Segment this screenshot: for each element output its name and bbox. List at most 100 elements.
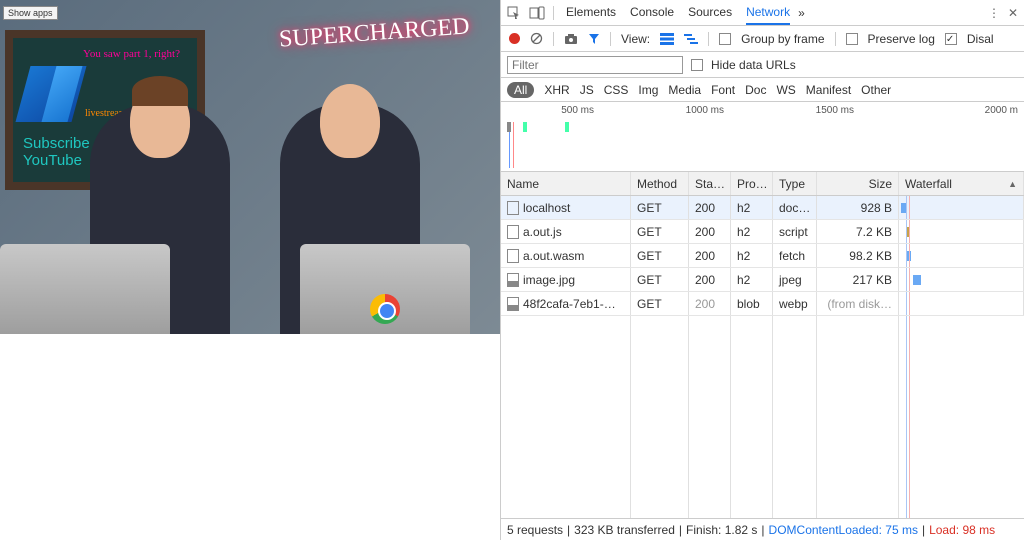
table-header[interactable]: Name Method Sta… Pro… Type Size Waterfal… <box>501 172 1024 196</box>
table-row[interactable]: 48f2cafa-7eb1-…GET200blobwebp(from disk… <box>501 292 1024 316</box>
status-requests: 5 requests <box>507 523 563 537</box>
type-filter-all[interactable]: All <box>507 82 534 98</box>
type-filter-img[interactable]: Img <box>638 83 658 97</box>
close-devtools-icon[interactable]: ✕ <box>1008 6 1018 20</box>
request-type: webp <box>773 292 817 315</box>
show-apps-tooltip: Show apps <box>3 6 58 20</box>
col-type[interactable]: Type <box>773 172 817 195</box>
request-type: doc… <box>773 196 817 219</box>
col-method[interactable]: Method <box>631 172 689 195</box>
request-status: 200 <box>689 268 731 291</box>
request-method: GET <box>631 196 689 219</box>
group-by-frame-checkbox[interactable] <box>719 33 731 45</box>
laptop-right <box>300 244 470 334</box>
table-empty-area <box>501 316 1024 518</box>
waterfall-view-icon[interactable] <box>684 33 698 45</box>
type-filter-media[interactable]: Media <box>668 83 701 97</box>
col-size[interactable]: Size <box>817 172 899 195</box>
resource-type-filters: All XHR JS CSS Img Media Font Doc WS Manifest Othe… <box>501 78 1024 102</box>
chrome-logo-icon <box>370 294 400 324</box>
large-rows-icon[interactable] <box>660 33 674 45</box>
request-method: GET <box>631 220 689 243</box>
request-protocol: h2 <box>731 244 773 267</box>
timeline-overview[interactable]: 500 ms 1000 ms 1500 ms 2000 m <box>501 102 1024 172</box>
type-filter-font[interactable]: Font <box>711 83 735 97</box>
disable-cache-label: Disal <box>967 32 994 46</box>
tab-elements[interactable]: Elements <box>566 5 616 20</box>
request-protocol: blob <box>731 292 773 315</box>
filter-row: Hide data URLs <box>501 52 1024 78</box>
type-filter-other[interactable]: Other <box>861 83 891 97</box>
file-icon <box>507 225 519 239</box>
request-name: localhost <box>523 201 570 215</box>
disable-cache-checkbox[interactable] <box>945 33 957 45</box>
preserve-log-label: Preserve log <box>868 32 935 46</box>
type-filter-manifest[interactable]: Manifest <box>806 83 851 97</box>
request-type: fetch <box>773 244 817 267</box>
hide-data-urls-label: Hide data URLs <box>711 58 796 72</box>
laptop-left <box>0 244 170 334</box>
table-row[interactable]: image.jpgGET200h2jpeg217 KB <box>501 268 1024 292</box>
type-filter-doc[interactable]: Doc <box>745 83 766 97</box>
record-icon[interactable] <box>509 33 520 44</box>
col-waterfall[interactable]: Waterfall ▲ <box>899 172 1024 195</box>
request-protocol: h2 <box>731 196 773 219</box>
request-protocol: h2 <box>731 220 773 243</box>
network-toolbar: View: Group by frame Preserve log Disal <box>501 26 1024 52</box>
col-status[interactable]: Sta… <box>689 172 731 195</box>
table-row[interactable]: a.out.wasmGET200h2fetch98.2 KB <box>501 244 1024 268</box>
col-name[interactable]: Name <box>501 172 631 195</box>
neon-sign: SUPERCHARGED <box>279 13 471 53</box>
devtools-menu-icon[interactable]: ⋮ <box>988 6 1000 20</box>
network-table: Name Method Sta… Pro… Type Size Waterfal… <box>501 172 1024 518</box>
type-filter-ws[interactable]: WS <box>776 83 795 97</box>
status-domcontentloaded: DOMContentLoaded: 75 ms <box>769 523 918 537</box>
request-type: jpeg <box>773 268 817 291</box>
request-size: 217 KB <box>817 268 899 291</box>
table-row[interactable]: a.out.jsGET200h2script7.2 KB <box>501 220 1024 244</box>
request-status: 200 <box>689 244 731 267</box>
screenshot-icon[interactable] <box>564 33 578 45</box>
file-icon <box>507 201 519 215</box>
devtools-panel: Elements Console Sources Network » ⋮ ✕ View… <box>500 0 1024 540</box>
request-waterfall <box>899 292 1024 315</box>
tab-sources[interactable]: Sources <box>688 5 732 20</box>
col-protocol[interactable]: Pro… <box>731 172 773 195</box>
video-frame: Show apps You saw part 1, right? livestr… <box>0 0 500 334</box>
request-waterfall <box>899 196 1024 219</box>
filter-icon[interactable] <box>588 33 600 45</box>
request-method: GET <box>631 244 689 267</box>
type-filter-js[interactable]: JS <box>580 83 594 97</box>
more-tabs-icon[interactable]: » <box>798 6 805 20</box>
request-waterfall <box>899 244 1024 267</box>
view-label: View: <box>621 32 650 46</box>
status-transferred: 323 KB transferred <box>574 523 675 537</box>
request-size: 98.2 KB <box>817 244 899 267</box>
tab-console[interactable]: Console <box>630 5 674 20</box>
sort-arrow-icon: ▲ <box>1008 179 1017 189</box>
request-size: (from disk… <box>817 292 899 315</box>
chalk-text-top: You saw part 1, right? <box>83 48 180 60</box>
hide-data-urls-checkbox[interactable] <box>691 59 703 71</box>
request-status: 200 <box>689 196 731 219</box>
devtools-tabbar: Elements Console Sources Network » ⋮ ✕ <box>501 0 1024 26</box>
request-name: image.jpg <box>523 273 575 287</box>
polymer-logo <box>15 66 86 122</box>
device-toolbar-icon[interactable] <box>529 6 545 20</box>
filter-input[interactable] <box>507 56 683 74</box>
preserve-log-checkbox[interactable] <box>846 33 858 45</box>
type-filter-xhr[interactable]: XHR <box>544 83 569 97</box>
clear-icon[interactable] <box>530 32 543 45</box>
request-status: 200 <box>689 220 731 243</box>
type-filter-css[interactable]: CSS <box>604 83 629 97</box>
status-bar: 5 requests | 323 KB transferred | Finish… <box>501 518 1024 540</box>
request-protocol: h2 <box>731 268 773 291</box>
request-waterfall <box>899 220 1024 243</box>
inspect-element-icon[interactable] <box>507 6 521 20</box>
file-icon <box>507 297 519 311</box>
request-size: 928 B <box>817 196 899 219</box>
table-row[interactable]: localhost GET200h2doc…928 B <box>501 196 1024 220</box>
file-icon <box>507 273 519 287</box>
request-name: a.out.js <box>523 225 562 239</box>
tab-network[interactable]: Network <box>746 5 790 25</box>
